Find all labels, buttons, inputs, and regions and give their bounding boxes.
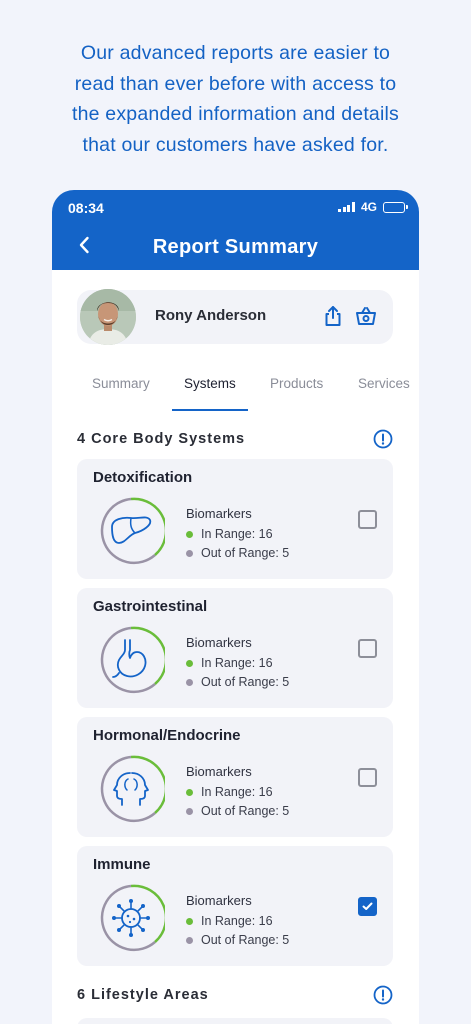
in-range-dot bbox=[186, 917, 193, 925]
biomarkers-label: Biomarkers bbox=[186, 635, 252, 650]
out-range-count: Out of Range: 5 bbox=[201, 933, 290, 947]
avatar[interactable] bbox=[80, 289, 136, 345]
app-bar: 08:34 4G Report Summary bbox=[52, 190, 419, 270]
virus-icon bbox=[100, 884, 165, 952]
system-card-hormonal-endocrine[interactable]: Hormonal/Endocrine Biomarkers In Range: … bbox=[77, 717, 393, 837]
profile-card: Rony Anderson bbox=[77, 289, 393, 345]
in-range-line: In Range: 16 bbox=[186, 785, 273, 799]
system-card-detoxification[interactable]: Detoxification Biomarkers In Range: 16 O… bbox=[77, 459, 393, 579]
system-checkbox[interactable] bbox=[358, 897, 377, 916]
check-icon bbox=[362, 902, 373, 910]
tab-products[interactable]: Products bbox=[270, 376, 323, 391]
biomarkers-label: Biomarkers bbox=[186, 893, 252, 908]
system-checkbox[interactable] bbox=[358, 768, 377, 787]
tab-summary[interactable]: Summary bbox=[92, 376, 150, 391]
liver-icon bbox=[100, 497, 165, 565]
out-range-line: Out of Range: 5 bbox=[186, 804, 289, 818]
out-range-line: Out of Range: 5 bbox=[186, 933, 289, 947]
lifestyle-card-partial[interactable] bbox=[77, 1018, 393, 1024]
status-time: 08:34 bbox=[68, 200, 104, 216]
card-title: Immune bbox=[93, 856, 151, 873]
card-title: Gastrointestinal bbox=[93, 598, 208, 615]
system-checkbox[interactable] bbox=[358, 639, 377, 658]
tab-services[interactable]: Services bbox=[358, 376, 410, 391]
active-tab-indicator bbox=[172, 409, 248, 411]
status-indicators: 4G bbox=[338, 200, 408, 214]
tab-systems[interactable]: Systems bbox=[184, 376, 236, 391]
heads-icon bbox=[100, 755, 165, 823]
network-label: 4G bbox=[360, 200, 377, 214]
card-title: Detoxification bbox=[93, 469, 193, 486]
share-icon[interactable] bbox=[323, 305, 343, 327]
out-range-dot bbox=[186, 678, 193, 686]
battery-icon bbox=[383, 201, 408, 213]
signal-icon bbox=[338, 202, 355, 212]
system-card-immune[interactable]: Immune Biomarkers In Range: 16 Out of Ra… bbox=[77, 846, 393, 966]
promo-line: that our customers have asked for. bbox=[82, 133, 389, 156]
core-section-title: 4 Core Body Systems bbox=[77, 431, 246, 447]
biomarkers-label: Biomarkers bbox=[186, 506, 252, 521]
info-icon[interactable] bbox=[373, 985, 393, 1005]
out-range-dot bbox=[186, 549, 193, 557]
card-title: Hormonal/Endocrine bbox=[93, 727, 241, 744]
profile-name: Rony Anderson bbox=[155, 307, 267, 324]
stomach-icon bbox=[100, 626, 165, 694]
profile-actions bbox=[323, 305, 377, 327]
in-range-dot bbox=[186, 659, 193, 667]
tab-bar: Summary Systems Products Services bbox=[52, 376, 419, 412]
out-range-dot bbox=[186, 807, 193, 815]
biomarkers-label: Biomarkers bbox=[186, 764, 252, 779]
in-range-count: In Range: 16 bbox=[201, 785, 273, 799]
out-range-line: Out of Range: 5 bbox=[186, 546, 289, 560]
in-range-line: In Range: 16 bbox=[186, 914, 273, 928]
in-range-count: In Range: 16 bbox=[201, 527, 273, 541]
system-checkbox[interactable] bbox=[358, 510, 377, 529]
out-range-dot bbox=[186, 936, 193, 944]
promo-line: the expanded information and details bbox=[71, 103, 399, 125]
in-range-line: In Range: 16 bbox=[186, 656, 273, 670]
lifestyle-section-title: 6 Lifestyle Areas bbox=[77, 987, 209, 1003]
in-range-dot bbox=[186, 530, 193, 538]
in-range-dot bbox=[186, 788, 193, 796]
in-range-count: In Range: 16 bbox=[201, 656, 273, 670]
phone-screen: 08:34 4G Report Summary Rony Anderson Su… bbox=[52, 190, 419, 1024]
page-title: Report Summary bbox=[152, 236, 319, 258]
system-card-gastrointestinal[interactable]: Gastrointestinal Biomarkers In Range: 16… bbox=[77, 588, 393, 708]
basket-icon[interactable] bbox=[355, 305, 377, 327]
in-range-line: In Range: 16 bbox=[186, 527, 273, 541]
out-range-line: Out of Range: 5 bbox=[186, 675, 289, 689]
promo-line: read than ever before with access to bbox=[74, 72, 397, 95]
out-range-count: Out of Range: 5 bbox=[201, 546, 290, 560]
info-icon[interactable] bbox=[373, 429, 393, 449]
promo-text: Our advanced reports are easier to read … bbox=[30, 38, 441, 160]
in-range-count: In Range: 16 bbox=[201, 914, 273, 928]
out-range-count: Out of Range: 5 bbox=[201, 675, 290, 689]
out-range-count: Out of Range: 5 bbox=[201, 804, 290, 818]
promo-line: Our advanced reports are easier to bbox=[80, 42, 391, 64]
